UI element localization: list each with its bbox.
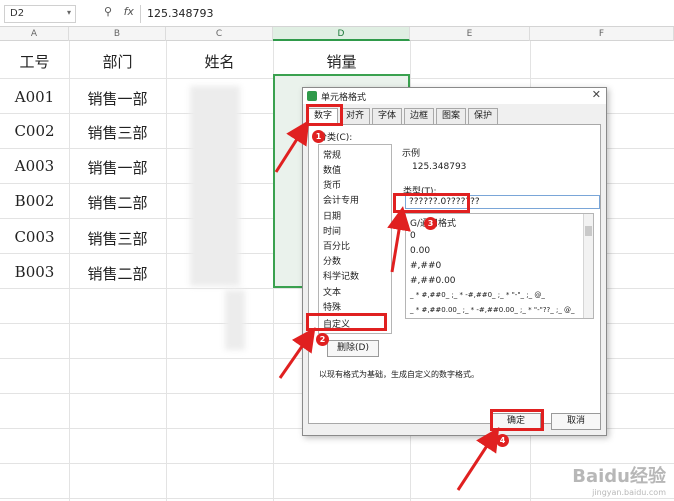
annotation-arrows bbox=[274, 119, 500, 491]
arrow-4 bbox=[456, 426, 500, 491]
arrow-2 bbox=[278, 327, 316, 379]
arrow-3 bbox=[387, 206, 411, 273]
arrow-1 bbox=[274, 119, 310, 173]
watermark-sub: jingyan.baidu.com bbox=[592, 488, 666, 497]
watermark-text: Baidu经验 bbox=[572, 466, 666, 487]
baidu-watermark: Baidu经验 jingyan.baidu.com bbox=[572, 462, 666, 497]
